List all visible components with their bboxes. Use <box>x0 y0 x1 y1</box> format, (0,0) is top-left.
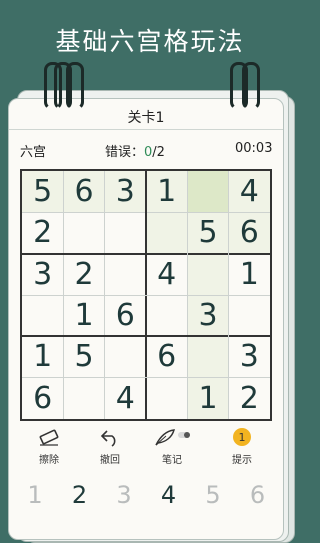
grid-cell[interactable]: 4 <box>228 171 270 213</box>
hint-button[interactable]: 1 提示 <box>217 427 267 466</box>
grid-cell[interactable]: 6 <box>228 212 270 254</box>
number-pad: 123456 <box>9 481 283 521</box>
timer: 00:03 <box>235 141 273 156</box>
hint-label: 提示 <box>232 455 252 466</box>
number-key-2[interactable]: 2 <box>58 481 102 509</box>
grid-cell[interactable]: 3 <box>229 336 270 377</box>
grid-cell[interactable]: 6 <box>105 295 146 336</box>
grid-line-horizontal <box>22 294 270 296</box>
notes-button[interactable]: 笔记 <box>147 427 197 466</box>
grid-cell[interactable]: 4 <box>105 378 146 419</box>
erase-label: 擦除 <box>39 455 59 466</box>
notes-label: 笔记 <box>162 455 182 466</box>
grid-cell[interactable]: 2 <box>22 212 63 253</box>
number-key-1[interactable]: 1 <box>13 481 57 509</box>
undo-icon <box>85 427 135 449</box>
grid-cell[interactable]: 1 <box>187 377 229 419</box>
hint-badge: 1 <box>239 431 246 444</box>
grid-cell[interactable] <box>105 254 146 295</box>
grid-cell[interactable] <box>146 295 187 336</box>
errors-total: /2 <box>152 145 165 160</box>
undo-label: 撤回 <box>100 455 120 466</box>
errors-counter: 错误：0/2 <box>105 141 165 160</box>
box-divider-horizontal <box>22 335 270 338</box>
binder-rings <box>0 62 300 112</box>
binder-ring <box>242 62 260 110</box>
number-key-3[interactable]: 3 <box>102 481 146 509</box>
grid-cell[interactable] <box>187 336 229 378</box>
number-key-4[interactable]: 4 <box>147 481 191 509</box>
grid-cell[interactable]: 4 <box>146 254 187 295</box>
number-key-6[interactable]: 6 <box>236 481 280 509</box>
header-divider <box>9 129 283 130</box>
grid-cell[interactable] <box>63 212 104 253</box>
grid-cell[interactable] <box>187 171 229 213</box>
grid-cell[interactable] <box>187 253 229 295</box>
mode-label: 六宫 <box>20 145 47 160</box>
number-key-5[interactable]: 5 <box>191 481 235 509</box>
grid-cell[interactable]: 3 <box>187 295 229 337</box>
grid-cell[interactable]: 3 <box>104 171 146 213</box>
errors-label: 错误： <box>105 145 145 160</box>
grid-cell[interactable] <box>105 212 146 253</box>
grid-cell[interactable] <box>229 295 270 336</box>
toolbar: 擦除 撤回 笔记 1 提示 <box>9 427 283 473</box>
grid-line-vertical <box>228 171 230 419</box>
grid-cell[interactable] <box>146 212 188 254</box>
grid-cell[interactable] <box>105 336 146 377</box>
grid-cell[interactable] <box>63 378 104 419</box>
grid-cell[interactable]: 1 <box>63 295 104 336</box>
grid-cell[interactable]: 2 <box>229 378 270 419</box>
eraser-icon <box>24 427 74 449</box>
grid-cell[interactable]: 1 <box>22 336 63 377</box>
grid-cell[interactable]: 5 <box>187 212 229 254</box>
feather-pen-icon <box>147 427 197 449</box>
grid-cell[interactable] <box>22 295 63 336</box>
lightbulb-icon: 1 <box>217 427 267 449</box>
grid-cell[interactable]: 3 <box>22 254 63 295</box>
puzzle-card: 关卡1 六宫 错误：0/2 00:03 56314256324116315636… <box>8 98 284 540</box>
grid-cell[interactable]: 1 <box>229 254 270 295</box>
grid-cell[interactable]: 6 <box>146 336 187 377</box>
grid-cell[interactable]: 6 <box>22 378 63 419</box>
grid-cell[interactable]: 5 <box>22 171 64 213</box>
sudoku-grid: 56314256324116315636412 <box>20 169 272 421</box>
grid-line-vertical <box>186 171 188 419</box>
grid-cell[interactable]: 2 <box>63 254 104 295</box>
grid-cell[interactable]: 1 <box>146 171 188 213</box>
grid-cell[interactable] <box>146 378 187 419</box>
grid-line-horizontal <box>22 377 270 379</box>
binder-ring <box>66 62 84 110</box>
grid-cell[interactable]: 6 <box>63 171 105 213</box>
page-title: 基础六宫格玩法 <box>55 27 245 56</box>
undo-button[interactable]: 撤回 <box>85 427 135 466</box>
erase-button[interactable]: 擦除 <box>24 427 74 466</box>
grid-cell[interactable]: 5 <box>63 336 104 377</box>
